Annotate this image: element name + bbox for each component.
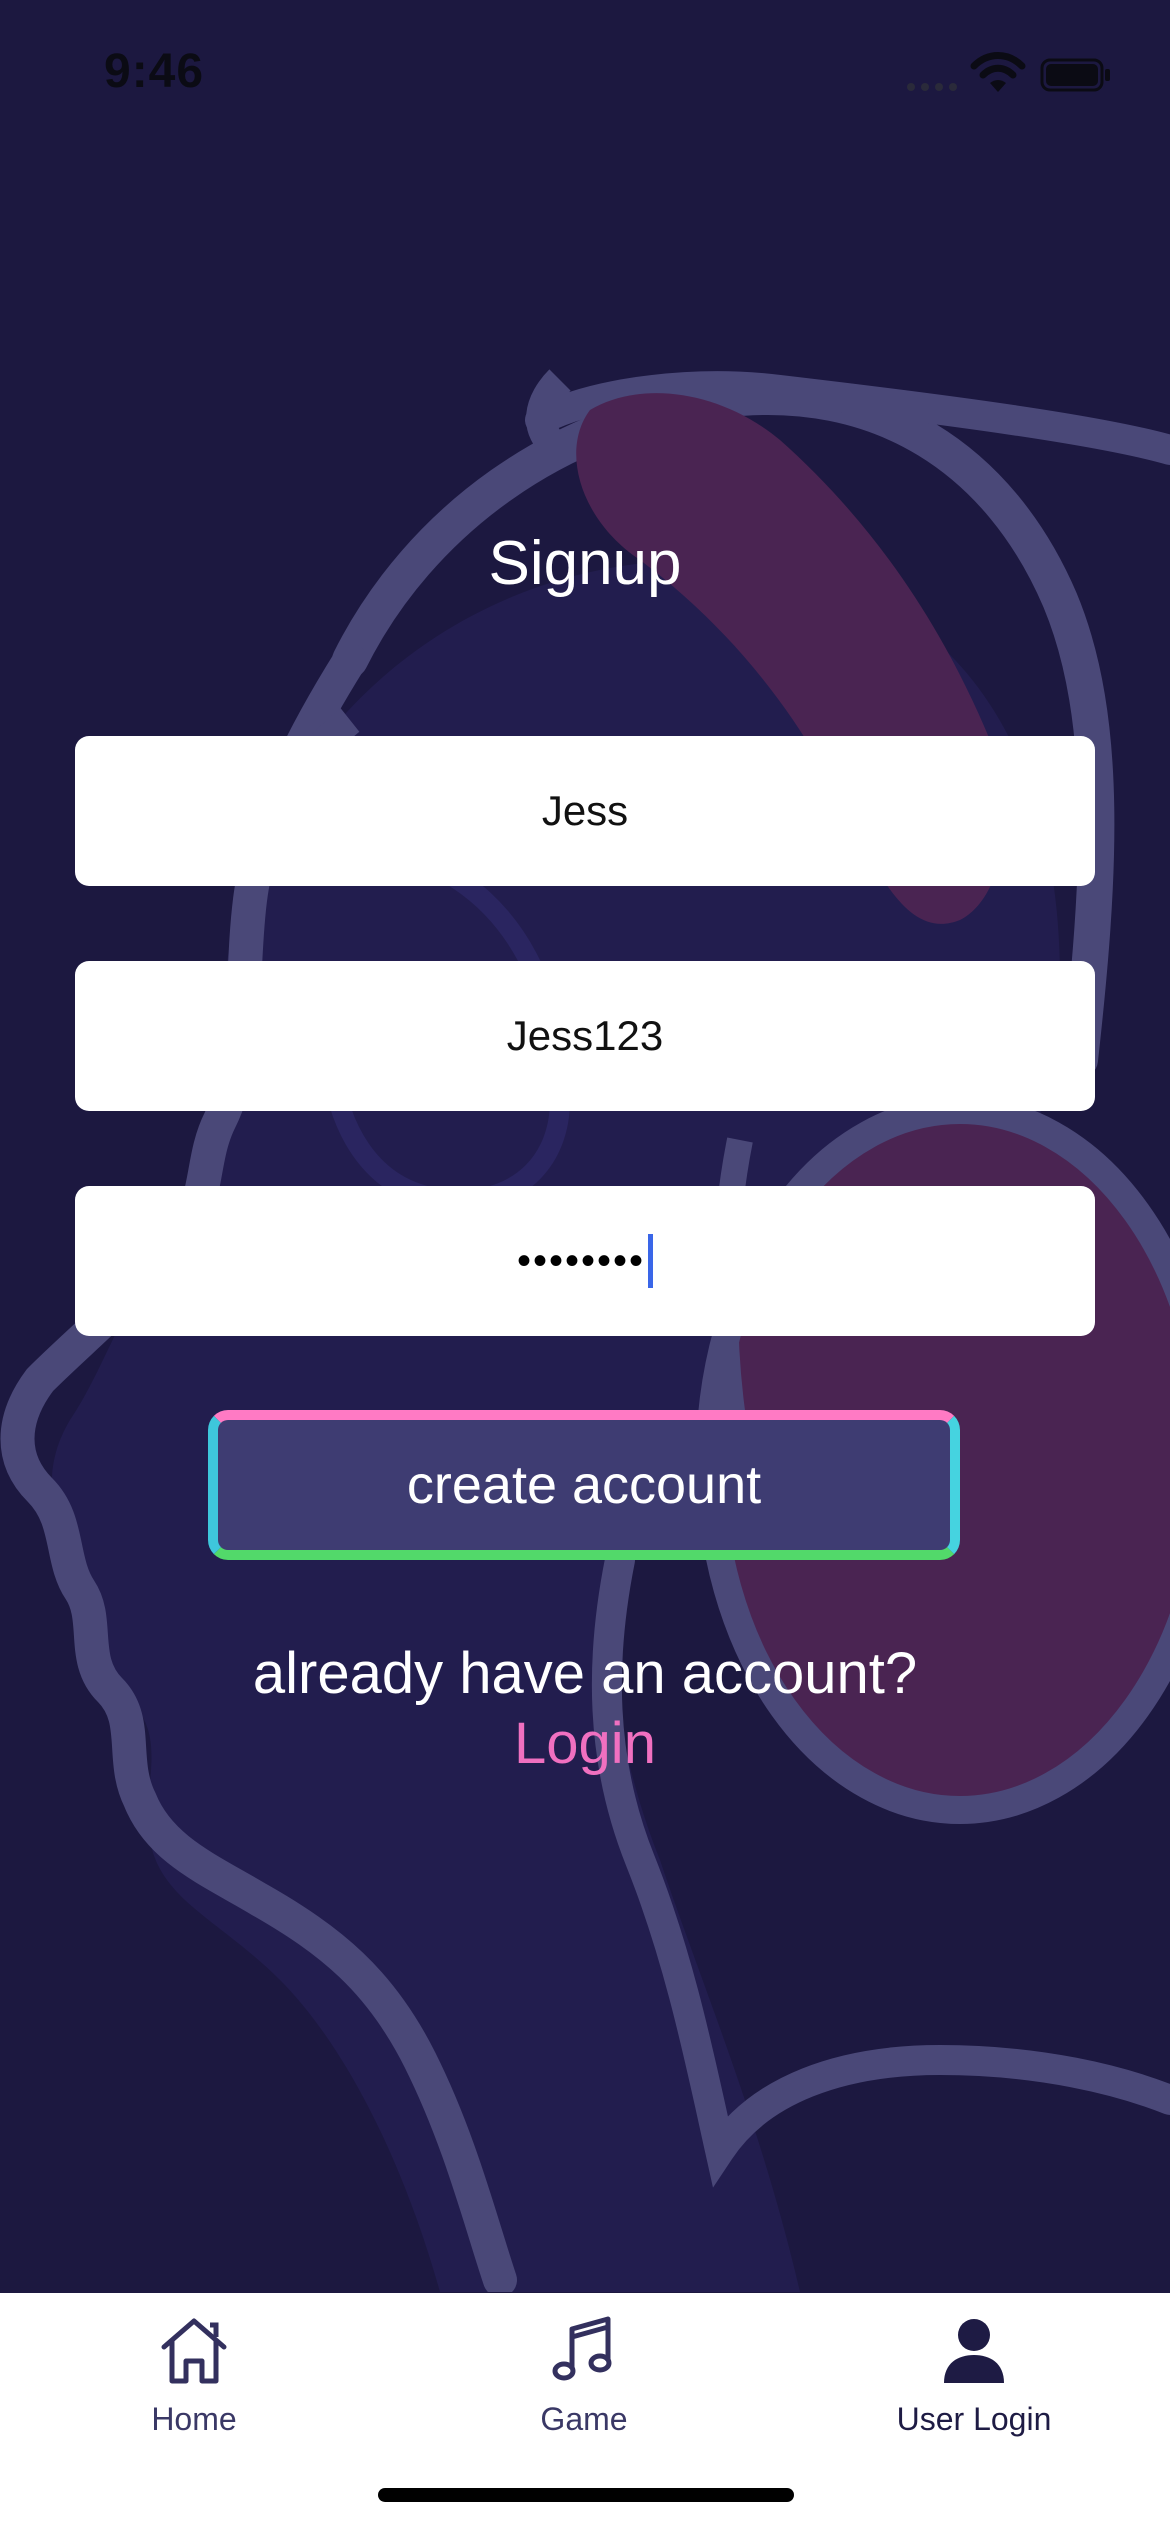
password-field[interactable]: ••••••••: [75, 1186, 1095, 1336]
login-link[interactable]: Login: [0, 1710, 1170, 1777]
login-prompt-text: already have an account?: [252, 1641, 918, 1706]
create-account-label: create account: [406, 1455, 762, 1515]
name-field-value: Jess: [541, 787, 629, 834]
cellular-signal-icon: [907, 83, 957, 91]
text-caret: [648, 1234, 654, 1288]
music-note-icon: [552, 2316, 612, 2381]
username-field-value: Jess123: [506, 1012, 664, 1059]
password-masked-text: ••••••••: [516, 1238, 646, 1283]
login-link-label: Login: [514, 1711, 656, 1776]
status-time: 9:46: [104, 45, 205, 98]
tab-user-login[interactable]: User Login: [824, 2311, 1124, 2461]
tab-user-login-label: User Login: [896, 2401, 1052, 2437]
tab-game-label: Game: [540, 2401, 628, 2437]
user-icon: [944, 2319, 1004, 2383]
wifi-icon: [970, 52, 1026, 92]
home-indicator[interactable]: [378, 2488, 794, 2502]
home-icon: [161, 2318, 227, 2384]
tab-home-label: Home: [151, 2401, 237, 2437]
password-field-value: ••••••••: [516, 1234, 654, 1288]
username-field[interactable]: Jess123: [75, 961, 1095, 1111]
status-bar: 9:46: [0, 0, 1170, 150]
signup-screen: 9:46 Signup Jess Jess123 •••••••• create…: [0, 0, 1170, 2532]
name-field[interactable]: Jess: [75, 736, 1095, 886]
tab-home[interactable]: Home: [44, 2311, 344, 2461]
tab-game[interactable]: Game: [434, 2311, 734, 2461]
create-account-button[interactable]: create account: [208, 1410, 960, 1560]
page-title: Signup: [488, 529, 682, 598]
battery-icon: [1040, 58, 1110, 92]
headphones-silhouette-background: [0, 369, 1170, 2292]
